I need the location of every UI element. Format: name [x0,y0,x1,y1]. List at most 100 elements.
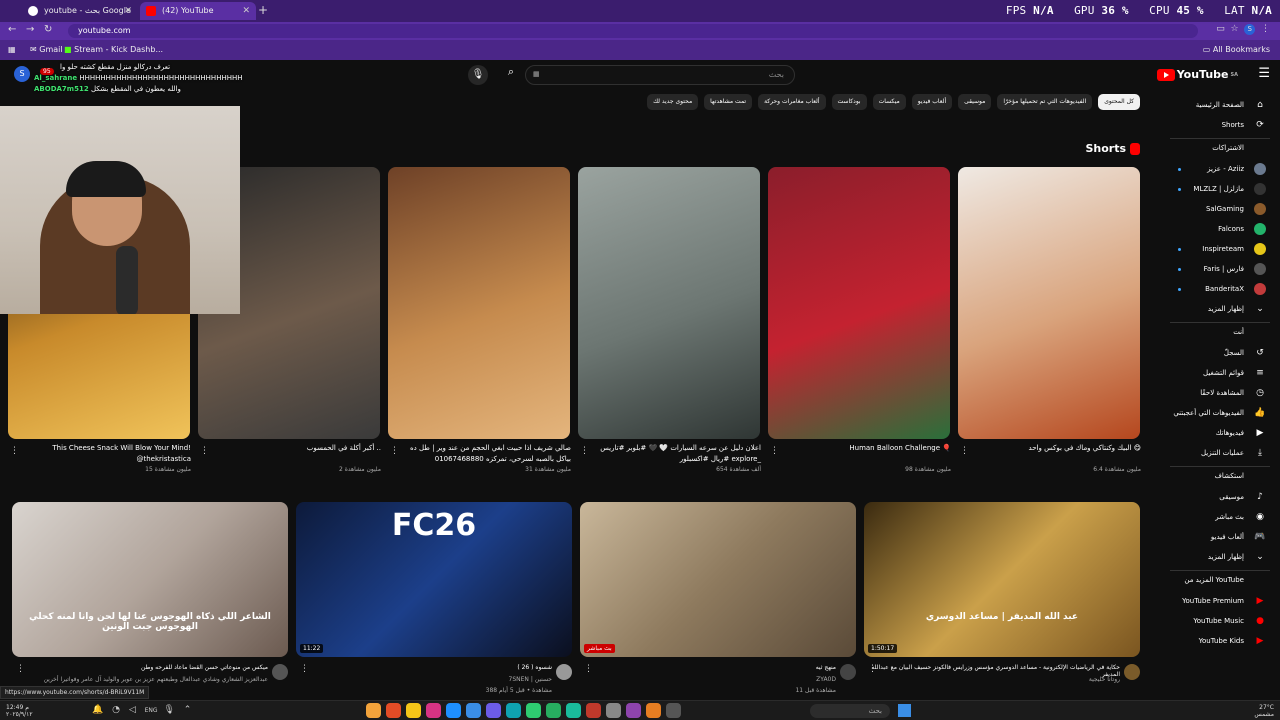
weather-widget[interactable]: 27°C مشمس [1254,704,1274,718]
apps-icon[interactable]: ▦ [8,40,16,60]
sidebar-item[interactable]: ⌄ إظهار المزيد [1162,300,1280,318]
chip-3[interactable]: ألعاب فيديو [911,94,953,110]
chip-0[interactable]: كل المحتوى [1098,94,1140,110]
video-thumbnail[interactable]: FC26 11:22 [296,502,572,657]
more-options-icon[interactable]: ⋮ [16,664,25,674]
notification-badge[interactable]: 95 [40,68,54,75]
search-input[interactable]: بحث [525,65,795,85]
xbox-icon[interactable] [526,703,541,718]
sidebar-item[interactable]: Faris | فارس [1162,260,1280,278]
forward-icon[interactable]: → [26,24,34,35]
chip-5[interactable]: بودكاست [831,94,867,110]
sidebar-item[interactable]: ● YouTube Music [1162,612,1280,630]
chip-7[interactable]: تمت مشاهدتها [704,94,753,110]
channel-avatar[interactable] [272,664,288,680]
menu-icon[interactable]: ☰ [1258,66,1270,81]
short-title[interactable]: Human Balloon Challenge 🎈 [776,443,951,454]
sidebar-section-header[interactable]: الاشتراكات [1212,144,1244,152]
chip-2[interactable]: موسيقى [958,94,992,110]
short-title[interactable]: البيك وكنتاكي وماك في بوكس واحد 😋 [966,443,1141,454]
sidebar-item[interactable]: 👍 الفيديوهات التي أعجبتني [1162,404,1280,422]
sidebar-item[interactable]: BanderitaX [1162,280,1280,298]
menu-kebab-icon[interactable]: ⋮ [1261,24,1270,34]
voice-search-button[interactable]: 🎙 [468,65,488,85]
channel-name[interactable]: ZYA0D [586,676,836,683]
sidebar-item[interactable]: Inspireteam [1162,240,1280,258]
sidebar-item[interactable]: ▶ فيديوهاتك [1162,424,1280,442]
more-options-icon[interactable]: ⋮ [300,664,309,674]
notifications-icon[interactable]: 🔔 [92,705,106,715]
sidebar-section-header[interactable]: أنت [1233,328,1244,336]
url-field[interactable]: youtube.com [68,24,1198,38]
store-icon[interactable] [646,703,661,718]
system-tray[interactable]: 🔔 ◔ ◁ ENG 🎙 ⌃ [92,705,194,715]
telegram-icon[interactable] [446,703,461,718]
sidebar-item[interactable]: ▶ YouTube Kids [1162,632,1280,650]
channel-name[interactable]: روتانا خليجية [870,676,1120,683]
more-options-icon[interactable]: ⋮ [390,446,399,456]
chrome-icon[interactable] [366,703,381,718]
chip-8[interactable]: محتوى جديد لك [647,94,699,110]
edge-icon[interactable] [506,703,521,718]
more-options-icon[interactable]: ⋮ [200,446,209,456]
sidebar-item[interactable]: ↺ السجلّ [1162,344,1280,362]
channel-name[interactable]: عبدالعزيز الشعاري وشادي عبدالعال وطبعتهم… [18,676,268,683]
sidebar-item[interactable]: Falcons [1162,220,1280,238]
brave-icon[interactable] [386,703,401,718]
settings-icon[interactable] [606,703,621,718]
sidebar-item[interactable]: عزيز - Aziiz [1162,160,1280,178]
youtube-logo[interactable]: YouTube SA [1156,68,1238,81]
channel-avatar[interactable] [1124,664,1140,680]
sidebar-item[interactable]: ⌂ الصفحة الرئيسية [1162,96,1280,114]
more-options-icon[interactable]: ⋮ [868,664,877,674]
teams-icon[interactable] [626,703,641,718]
short-title[interactable]: صالي شريف اذا حبيت ابغي الحجم من عند وير… [396,443,571,465]
wifi-icon[interactable]: ◔ [112,705,123,715]
sidebar-item[interactable]: ◷ المشاهدة لاحقًا [1162,384,1280,402]
windows-start-icon[interactable] [898,704,911,717]
sidebar-item[interactable]: ⤓ عمليات التنزيل [1162,444,1280,462]
sidebar-item[interactable]: ▶ YouTube Premium [1162,592,1280,610]
short-title[interactable]: This Cheese Snack Will Blow Your Mind! @… [16,443,191,465]
video-title[interactable]: ميكس من منوعاتي حسن القضا ماعاد للفرحه و… [18,664,268,671]
tab-google-search[interactable]: youtube - بحث Google ✕ [22,2,138,20]
search-button[interactable]: ⌕ [497,65,525,85]
explorer-icon[interactable] [666,703,681,718]
more-options-icon[interactable]: ⋮ [584,664,593,674]
new-tab-icon[interactable]: + [258,3,268,17]
mic-tray-icon[interactable]: 🎙 [163,705,177,715]
channel-avatar[interactable] [840,664,856,680]
short-thumbnail[interactable] [768,167,950,439]
sidebar-item[interactable]: ≡ قوائم التشغيل [1162,364,1280,382]
more-options-icon[interactable]: ⋮ [960,446,969,456]
sidebar-item[interactable]: 🎮 ألعاب فيديو [1162,528,1280,546]
sidebar-item[interactable]: ⌄ إظهار المزيد [1162,548,1280,566]
reload-icon[interactable]: ↻ [44,24,52,35]
sidebar-item[interactable]: MLZLZ | مازلزل [1162,180,1280,198]
channel-avatar[interactable] [556,664,572,680]
install-icon[interactable]: ▭ [1216,24,1225,34]
bookmark-gmail[interactable]: ✉ Gmail [30,40,63,60]
chip-4[interactable]: ميكسات [872,94,906,110]
chevron-up-icon[interactable]: ⌃ [184,705,195,715]
steam-icon[interactable] [466,703,481,718]
bookmark-star-icon[interactable]: ☆ [1230,24,1238,34]
more-options-icon[interactable]: ⋮ [580,446,589,456]
volume-icon[interactable]: ◁ [129,705,139,715]
chip-6[interactable]: ألعاب مغامرات وحركة [758,94,826,110]
short-thumbnail[interactable] [388,167,570,439]
chip-1[interactable]: الفيديوهات التي تم تحميلها مؤخرًا [997,94,1093,110]
keyboard-icon[interactable]: ▦ [533,70,540,78]
taskbar-search[interactable]: بحث [810,704,890,718]
sidebar-item[interactable]: SalGaming [1162,200,1280,218]
short-title[interactable]: أكبر أكلة في الحمسوب .. [206,443,381,454]
sidebar-item[interactable]: ⟳ Shorts [1162,116,1280,134]
channel-name[interactable]: 7SNEN | حسنين [302,676,552,683]
back-icon[interactable]: ← [8,24,16,35]
bookmark-kick[interactable]: ■ Stream - Kick Dashb... [64,40,163,60]
close-icon[interactable]: ✕ [242,2,250,20]
clock[interactable]: م 12:49 ٢٠٢٥/٩/١٢ [6,704,33,718]
instagram-icon[interactable] [426,703,441,718]
short-thumbnail[interactable] [578,167,760,439]
more-options-icon[interactable]: ⋮ [10,446,19,456]
